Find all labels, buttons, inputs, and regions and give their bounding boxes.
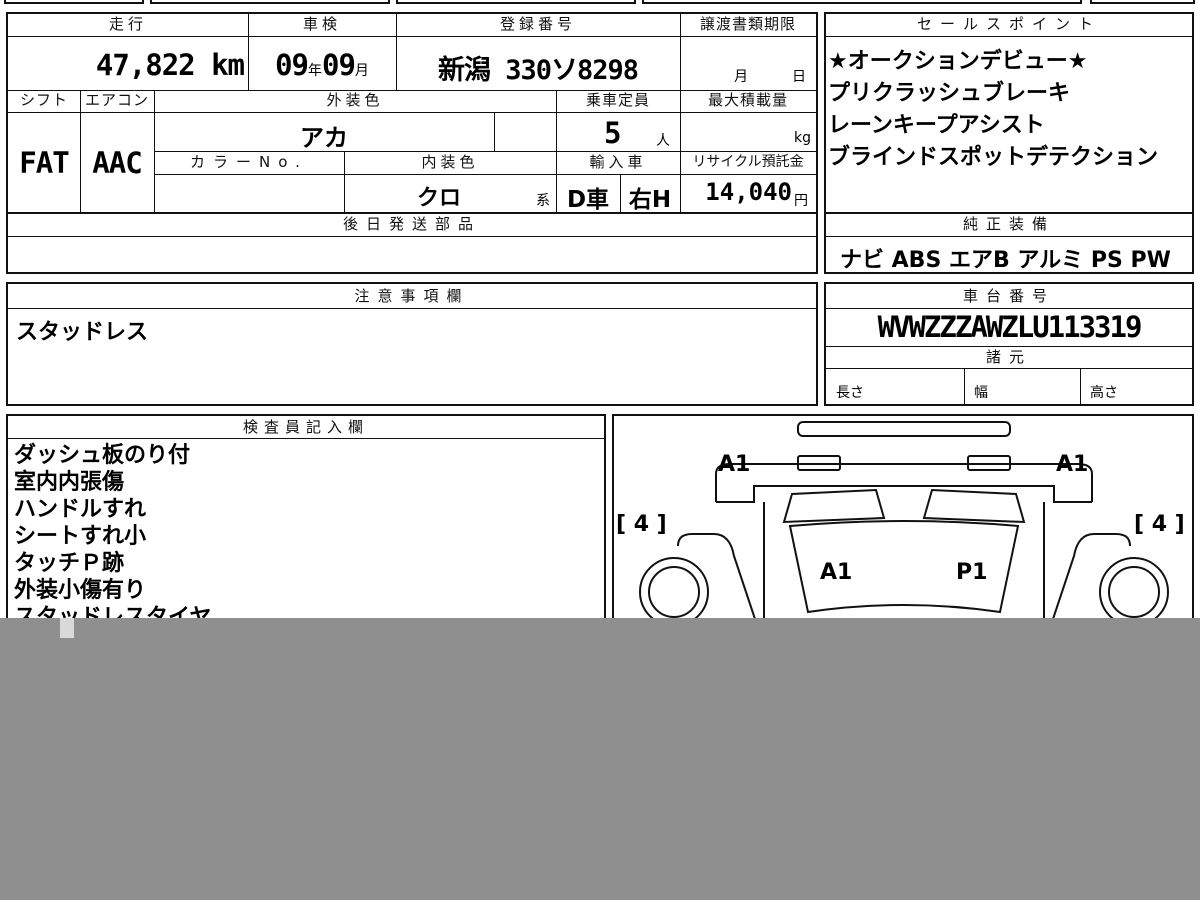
interior-color-header: 内装色 xyxy=(421,153,479,171)
chassis-header: 車台番号 xyxy=(962,287,1055,305)
chassis-box: 車台番号 WVWZZZAWZLU113319 諸元 長さ 幅 高さ xyxy=(824,282,1194,406)
list-item: ★オークションデビュー★ xyxy=(828,49,1088,74)
list-item: プリクラッシュブレーキ xyxy=(828,81,1071,106)
interior-value: クロ xyxy=(416,186,461,211)
later-parts-box: 後日発送部品 xyxy=(6,212,818,274)
max-load-unit: kg xyxy=(794,130,811,146)
list-item: 外装小傷有り xyxy=(14,578,147,603)
spec-length-label: 長さ xyxy=(836,385,864,401)
top-stub-3 xyxy=(396,0,636,4)
notes-box: 注意事項欄 スタッドレス xyxy=(6,282,818,406)
overlay-notch xyxy=(60,618,74,638)
inspector-notes-list: ダッシュ板のり付 室内内張傷 ハンドルすれ シートすれ小 タッチＰ跡 外装小傷有… xyxy=(14,442,211,631)
top-stub-2 xyxy=(150,0,390,4)
recycle-header: リサイクル預託金 xyxy=(692,154,804,170)
registration-header: 登録番号 xyxy=(499,15,576,33)
list-item: シートすれ小 xyxy=(14,524,147,549)
mileage-value: 47,822 km xyxy=(95,48,245,82)
genuine-box: 純正装備 ナビ ABS エアB アルミ PS PW xyxy=(824,212,1194,274)
capacity-header: 乗車定員 xyxy=(585,91,650,109)
aircon-header: エアコン xyxy=(84,91,149,109)
aircon-value: AAC xyxy=(92,146,142,180)
inspector-header: 検査員記入欄 xyxy=(242,418,369,436)
tire-label-right: [ 4 ] xyxy=(1134,512,1185,537)
list-item: レーンキープアシスト xyxy=(828,113,1045,138)
import-header: 輸入車 xyxy=(589,153,647,171)
import-value-1: D車 xyxy=(566,187,610,213)
import-value-2: 右H xyxy=(628,187,672,213)
inspection-header: 車検 xyxy=(302,15,341,33)
sales-points-box: セールスポイント ★オークションデビュー★ プリクラッシュブレーキ レーンキープ… xyxy=(824,12,1194,214)
damage-label-a1-center: A1 xyxy=(820,560,853,585)
list-item: ダッシュ板のり付 xyxy=(14,443,191,468)
recycle-value: 14,040 xyxy=(705,178,792,206)
recycle-unit: 円 xyxy=(794,193,808,209)
genuine-header: 純正装備 xyxy=(962,215,1055,233)
spec-width-label: 幅 xyxy=(974,385,988,401)
exterior-value: アカ xyxy=(300,124,348,152)
shift-value: FAT xyxy=(19,146,69,180)
later-parts-header: 後日発送部品 xyxy=(342,215,481,233)
top-stub-4 xyxy=(642,0,1082,4)
shift-header: シフト xyxy=(19,91,68,109)
list-item: 室内内張傷 xyxy=(14,470,125,495)
tire-label-left: [ 4 ] xyxy=(616,512,667,537)
inspection-month-unit: 月 xyxy=(354,63,369,79)
transfer-month-unit: 月 xyxy=(734,69,748,85)
color-no-header: カラーNo. xyxy=(190,153,308,171)
registration-value: 新潟 330ソ8298 xyxy=(437,55,639,86)
top-stub-5 xyxy=(1090,0,1195,4)
list-item: ブラインドスポットデテクション xyxy=(828,145,1159,170)
notes-value: スタッドレス xyxy=(16,320,149,345)
grey-cover-overlay xyxy=(0,618,1200,900)
mileage-header: 走行 xyxy=(108,15,147,33)
list-item: タッチＰ跡 xyxy=(14,551,125,576)
vehicle-info-table: 走行 車検 登録番号 譲渡書類期限 47,822 km 09年09月 新潟 33… xyxy=(6,12,818,214)
top-stub-1 xyxy=(4,0,144,4)
inspection-year-unit: 年 xyxy=(308,63,322,79)
interior-suffix: 系 xyxy=(536,193,550,209)
damage-label-a1-right: A1 xyxy=(1056,452,1089,477)
sales-points-list: ★オークションデビュー★ プリクラッシュブレーキ レーンキープアシスト ブライン… xyxy=(828,46,1158,174)
car-outline-icon xyxy=(639,421,1169,652)
inspection-month: 09 xyxy=(322,48,356,82)
spec-height-label: 高さ xyxy=(1090,385,1118,401)
chassis-number: WVWZZZAWZLU113319 xyxy=(877,310,1143,344)
transfer-day-unit: 日 xyxy=(792,69,806,85)
transfer-deadline-header: 譲渡書類期限 xyxy=(699,15,796,33)
max-load-header: 最大積載量 xyxy=(707,91,788,109)
inspection-date: 09年09月 xyxy=(248,48,396,82)
genuine-equipment-value: ナビ ABS エアB アルミ PS PW xyxy=(840,248,1171,273)
notes-header: 注意事項欄 xyxy=(354,287,470,305)
inspection-year: 09 xyxy=(275,48,309,82)
sales-points-header: セールスポイント xyxy=(916,15,1101,33)
exterior-color-header: 外装色 xyxy=(326,91,384,109)
capacity-unit: 人 xyxy=(656,133,670,149)
list-item: ハンドルすれ xyxy=(14,497,147,522)
damage-label-p1-center: P1 xyxy=(956,560,988,585)
capacity-value: 5 xyxy=(604,116,621,150)
specs-header: 諸元 xyxy=(985,348,1032,366)
damage-label-a1-left: A1 xyxy=(718,452,751,477)
